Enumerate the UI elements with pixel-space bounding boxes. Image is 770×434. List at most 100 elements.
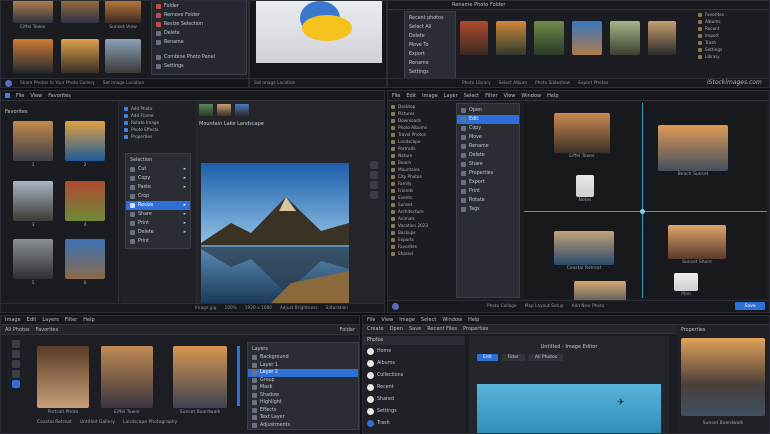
menu-item[interactable]: Select All	[405, 23, 455, 32]
photo-thumbnail[interactable]	[13, 39, 53, 73]
photo-thumbnail[interactable]	[610, 21, 640, 55]
submenu-item[interactable]: Recent Files	[427, 326, 457, 332]
menu-item[interactable]: Select	[421, 317, 436, 323]
menu-item[interactable]: Help	[83, 317, 94, 323]
context-menu-item[interactable]: Move	[457, 133, 519, 142]
sidebar-item[interactable]: Library	[695, 53, 767, 60]
menu-item[interactable]: Layers	[42, 317, 59, 323]
image-icon[interactable]	[12, 350, 20, 358]
favorite-photo[interactable]	[65, 239, 105, 279]
menu-item[interactable]: Export	[405, 50, 455, 59]
tree-item[interactable]: Vacation 2023	[388, 222, 454, 229]
tab-edit[interactable]: Edit	[477, 354, 498, 361]
crop-tool-icon[interactable]	[370, 181, 378, 189]
favorite-photo[interactable]	[65, 121, 105, 161]
context-menu-item[interactable]: Edit	[457, 115, 519, 124]
menu-item-settings[interactable]: Settings	[152, 62, 246, 71]
brush-tool-icon[interactable]	[370, 171, 378, 179]
menu-item[interactable]: Filter	[485, 93, 497, 99]
photo-thumbnail[interactable]	[460, 21, 488, 55]
tree-item[interactable]: Shared	[388, 250, 454, 257]
tree-item[interactable]: Beach	[388, 159, 454, 166]
tree-item[interactable]: Sunset	[388, 201, 454, 208]
menu-item[interactable]: Select	[464, 93, 479, 99]
sidebar-item[interactable]: Shared	[363, 393, 465, 405]
tab-thumbnail[interactable]	[217, 104, 231, 116]
menu-item[interactable]: Image	[5, 317, 21, 323]
submenu-item[interactable]: Properties	[463, 326, 488, 332]
tab-all-photos[interactable]: All Photos	[528, 354, 564, 361]
menu-item[interactable]: Delete	[405, 32, 455, 41]
boardwalk-photo[interactable]	[681, 338, 765, 416]
sidebar-item[interactable]: Trash	[363, 417, 465, 429]
nav-item[interactable]: Add Frame	[121, 112, 193, 119]
menu-item[interactable]: Help	[547, 93, 558, 99]
menu-item[interactable]: Window	[521, 93, 541, 99]
context-menu-item[interactable]: Tags	[457, 205, 519, 214]
tab-thumbnail[interactable]	[199, 104, 213, 116]
photo-thumbnail[interactable]	[105, 39, 141, 73]
zoom-tool-icon[interactable]	[370, 191, 378, 199]
tree-item[interactable]: City Photos	[388, 173, 454, 180]
user-avatar[interactable]	[392, 303, 399, 310]
context-menu-item[interactable]: Copy	[457, 124, 519, 133]
submenu-item[interactable]: Create	[367, 326, 384, 332]
layer-item[interactable]: Layer 2	[248, 369, 358, 377]
sidebar-item[interactable]: Favorites	[695, 11, 767, 18]
menu-item-print[interactable]: Print	[126, 237, 190, 246]
tree-item[interactable]: Pictures	[388, 110, 454, 117]
menu-item-rename[interactable]: Rename	[152, 38, 246, 47]
menu-item-share[interactable]: Share ▸	[126, 210, 190, 219]
sidebar-item[interactable]: Home	[363, 345, 465, 357]
collage-photo[interactable]	[658, 125, 728, 171]
menu-item[interactable]: Move To	[405, 41, 455, 50]
photo-thumbnail[interactable]	[13, 1, 53, 23]
photo-thumbnail[interactable]	[572, 21, 602, 55]
context-menu-item[interactable]: Open	[457, 106, 519, 115]
sidebar-item[interactable]: Trash	[695, 39, 767, 46]
menu-item[interactable]: Window	[442, 317, 462, 323]
favorite-photo[interactable]	[13, 239, 53, 279]
tree-item[interactable]: Family	[388, 180, 454, 187]
nav-item[interactable]: Rotate Image	[121, 119, 193, 126]
submenu-item[interactable]: Open	[390, 326, 403, 332]
layer-item[interactable]: Background	[248, 354, 358, 362]
nav-item[interactable]: Photo Effects	[121, 126, 193, 133]
sidebar-item[interactable]: Recent	[363, 381, 465, 393]
nav-item[interactable]: Properties	[121, 133, 193, 140]
menu-item-copy[interactable]: Copy ▸	[126, 174, 190, 183]
menu-item[interactable]: Edit	[406, 93, 416, 99]
tree-item[interactable]: Landscape	[388, 138, 454, 145]
context-menu-item[interactable]: Delete	[457, 151, 519, 160]
menu-item-crop[interactable]: Crop	[126, 192, 190, 201]
collage-photo[interactable]	[674, 273, 698, 291]
tree-item[interactable]: Exports	[388, 236, 454, 243]
tab-filter[interactable]: Filter	[501, 354, 525, 361]
layers-icon[interactable]	[12, 370, 20, 378]
menu-item[interactable]: Image	[422, 93, 438, 99]
nav-item[interactable]: Add Photo	[121, 105, 193, 112]
sidebar-item[interactable]: Albums	[695, 18, 767, 25]
tree-item[interactable]: Downloads	[388, 117, 454, 124]
menu-item[interactable]: Help	[468, 317, 479, 323]
sidebar-item[interactable]: Recent	[695, 25, 767, 32]
save-button[interactable]: Save	[735, 302, 765, 310]
move-tool-icon[interactable]	[370, 161, 378, 169]
menu-item[interactable]: Layer	[444, 93, 458, 99]
tree-item[interactable]: Portraits	[388, 145, 454, 152]
menu-item-delete[interactable]: Delete ▸	[126, 228, 190, 237]
photo-thumbnail[interactable]	[534, 21, 564, 55]
tree-item[interactable]: Favorites	[388, 243, 454, 250]
menu-item[interactable]: Settings	[405, 68, 455, 77]
collage-photo[interactable]	[576, 175, 594, 197]
settings-icon[interactable]	[12, 380, 20, 388]
menu-item[interactable]: Filter	[65, 317, 77, 323]
sidebar-item[interactable]: Settings	[695, 46, 767, 53]
menu-item[interactable]: Image	[399, 317, 415, 323]
brush-icon[interactable]	[12, 360, 20, 368]
menu-item-folder[interactable]: Folder	[152, 2, 246, 11]
layer-item[interactable]: Group	[248, 377, 358, 385]
layer-item[interactable]: Mask	[248, 384, 358, 392]
menu-item[interactable]: Edit	[27, 317, 37, 323]
layer-item[interactable]: Effects	[248, 407, 358, 415]
